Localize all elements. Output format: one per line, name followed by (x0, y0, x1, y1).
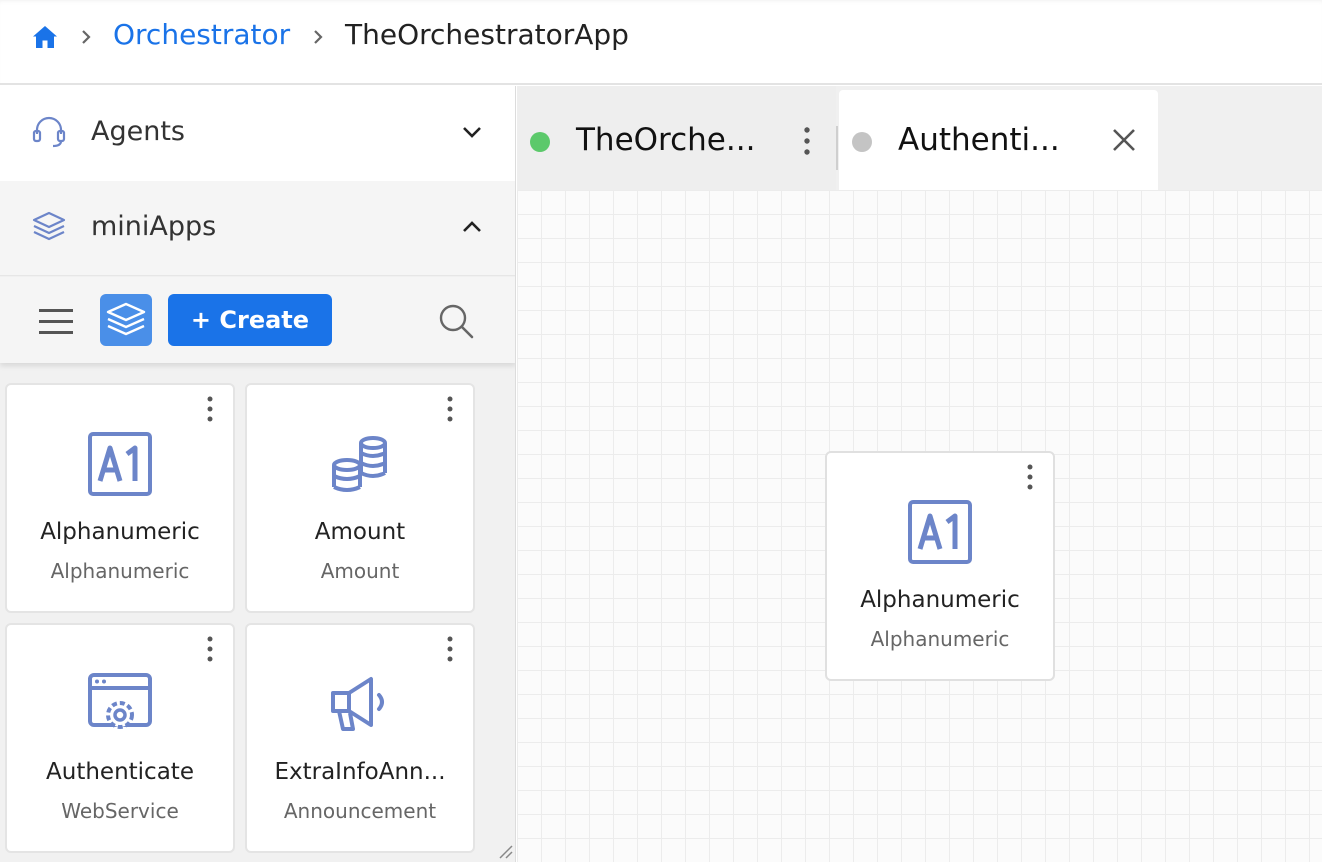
hamburger-menu-icon[interactable] (36, 304, 76, 338)
breadcrumb-current-page: TheOrchestratorApp (345, 18, 629, 51)
more-options-icon[interactable] (205, 635, 215, 663)
flow-canvas[interactable]: Alphanumeric Alphanumeric (517, 190, 1322, 862)
card-subtitle: WebService (61, 799, 179, 823)
card-title: Amount (314, 519, 406, 545)
miniapp-card-grid: Alphanumeric Alphanumeric Amount Amount (0, 363, 515, 862)
more-options-icon[interactable] (205, 395, 215, 423)
search-icon[interactable] (436, 301, 476, 341)
breadcrumb: Orchestrator TheOrchestratorApp (0, 0, 1322, 85)
alphanumeric-icon (908, 500, 972, 564)
create-button[interactable]: + Create (168, 294, 332, 346)
tab-status-dot (852, 132, 872, 152)
miniapp-card[interactable]: Authenticate WebService (5, 623, 235, 853)
card-subtitle: Alphanumeric (50, 559, 190, 583)
coins-icon (332, 436, 387, 492)
alphanumeric-icon (88, 432, 152, 496)
more-options-icon[interactable] (445, 395, 455, 423)
breadcrumb-orchestrator-link[interactable]: Orchestrator (113, 18, 290, 51)
chevron-up-icon[interactable] (458, 216, 486, 238)
headset-icon (32, 116, 66, 148)
layers-icon (106, 302, 146, 336)
miniapps-toolbar: + Create (0, 277, 515, 363)
layers-icon (32, 211, 66, 241)
card-title: Authenticate (46, 759, 194, 785)
tab-label: Authenti... (898, 122, 1060, 158)
tab-divider (836, 126, 838, 170)
sidebar-section-miniapps[interactable]: miniApps (0, 181, 515, 276)
close-icon[interactable] (1111, 127, 1137, 153)
canvas-node-alphanumeric[interactable]: Alphanumeric Alphanumeric (825, 451, 1055, 681)
resize-handle-icon[interactable] (496, 842, 514, 860)
chevron-right-icon (314, 30, 323, 44)
sidebar-section-label: Agents (91, 116, 185, 147)
card-title: ExtraInfoAnn... (274, 759, 446, 785)
card-subtitle: Announcement (283, 799, 437, 823)
sidebar-section-agents[interactable]: Agents (0, 86, 515, 181)
tab-authenticate[interactable]: Authenti... (839, 90, 1158, 190)
miniapp-card[interactable]: ExtraInfoAnn... Announcement (245, 623, 475, 853)
sidebar-section-label: miniApps (91, 211, 217, 242)
megaphone-icon (331, 677, 384, 731)
card-subtitle: Amount (320, 559, 400, 583)
sidebar: Agents miniApps + Create Alphanumeric Al… (0, 86, 516, 862)
miniapp-card[interactable]: Amount Amount (245, 383, 475, 613)
miniapp-card[interactable]: Alphanumeric Alphanumeric (5, 383, 235, 613)
chevron-right-icon (82, 30, 91, 44)
more-options-icon[interactable] (1025, 463, 1035, 491)
tab-status-dot (530, 132, 550, 152)
tab-theorchestratorapp[interactable]: TheOrche... (517, 86, 836, 190)
card-title: Alphanumeric (40, 519, 200, 545)
node-subtitle: Alphanumeric (870, 627, 1010, 651)
tab-bar: TheOrche... Authenti... (517, 86, 1322, 190)
more-options-icon[interactable] (802, 126, 812, 156)
webservice-icon (88, 673, 152, 729)
layers-view-button[interactable] (100, 294, 152, 346)
chevron-down-icon[interactable] (458, 121, 486, 143)
node-title: Alphanumeric (860, 587, 1020, 613)
more-options-icon[interactable] (445, 635, 455, 663)
tab-label: TheOrche... (576, 122, 756, 158)
home-icon[interactable] (32, 24, 58, 50)
